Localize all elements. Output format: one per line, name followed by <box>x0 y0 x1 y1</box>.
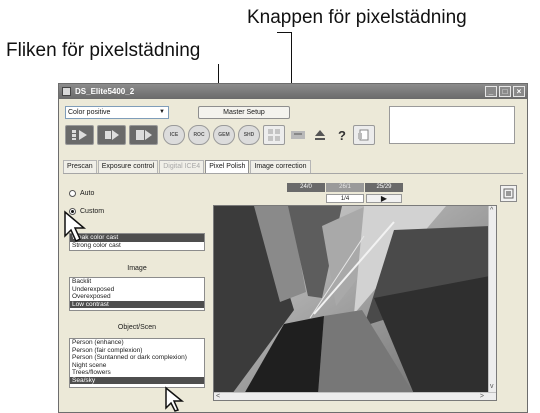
frame-cell[interactable]: 26/1 <box>326 183 364 192</box>
roc-icon[interactable]: ROC <box>188 125 210 145</box>
color-cast-list[interactable]: Weak color cast Strong color cast <box>69 233 205 251</box>
scanner-window: DS_Elite5400_2 _ □ × Color positive ▼ Ma… <box>58 83 528 413</box>
chevron-down-icon: ▼ <box>159 109 165 115</box>
radio-circle[interactable] <box>69 190 76 197</box>
gem-icon[interactable]: GEM <box>213 125 235 145</box>
list-item[interactable]: Night scene <box>70 362 204 370</box>
scroll-down-icon[interactable]: v <box>490 383 494 390</box>
cursor-icon <box>64 210 87 243</box>
list-item[interactable]: Trees/flowers <box>70 369 204 377</box>
list-item[interactable]: Sea/sky <box>70 376 204 384</box>
scan-icon[interactable] <box>129 125 158 145</box>
list-item[interactable]: Overexposed <box>70 293 204 301</box>
maximize-icon[interactable]: □ <box>499 86 511 97</box>
ice-icon[interactable]: ICE <box>163 125 185 145</box>
frame-counter: 1/4 <box>326 194 364 203</box>
prescan-icon[interactable] <box>97 125 126 145</box>
help-icon[interactable]: ? <box>331 125 353 145</box>
master-setup-button[interactable]: Master Setup <box>198 106 290 119</box>
eject-icon[interactable] <box>309 125 331 145</box>
pixel-polish-button-callout: Knappen för pixelstädning <box>247 7 467 28</box>
thumbnail-toggle-button[interactable] <box>500 185 517 202</box>
thumbnail-icon <box>503 188 514 199</box>
auto-radio[interactable]: Auto <box>69 190 94 197</box>
next-frame-button[interactable]: ▶ <box>366 194 402 203</box>
callout-leader-line <box>277 32 292 33</box>
list-item[interactable]: Low contrast <box>70 300 204 308</box>
image-group-label: Image <box>127 265 147 272</box>
preview-panel: ^ v < > <box>213 205 497 401</box>
vertical-scrollbar[interactable]: ^ v <box>488 206 496 400</box>
film-type-select[interactable]: Color positive ▼ <box>65 106 169 119</box>
list-item[interactable]: Underexposed <box>70 286 204 294</box>
tab-prescan[interactable]: Prescan <box>63 160 97 173</box>
list-item[interactable]: Person (Suntanned or dark complexion) <box>70 354 204 362</box>
sharpness-icon[interactable]: SHD <box>238 125 260 145</box>
list-item[interactable]: Person (fair complexion) <box>70 347 204 355</box>
tab-exposure-control[interactable]: Exposure control <box>97 160 159 173</box>
app-icon <box>62 87 71 96</box>
list-item[interactable]: Strong color cast <box>70 242 204 250</box>
list-item[interactable]: Weak color cast <box>70 234 204 242</box>
frame-cell[interactable]: 25/29 <box>365 183 403 192</box>
film-type-value: Color positive <box>68 109 111 116</box>
tab-image-correction[interactable]: Image correction <box>250 160 311 173</box>
index-scan-icon[interactable] <box>65 125 94 145</box>
scroll-up-icon[interactable]: ^ <box>490 207 493 214</box>
cursor-icon <box>165 386 185 412</box>
pixel-polish-icon[interactable] <box>263 125 285 145</box>
auto-label: Auto <box>80 190 95 197</box>
window-title: DS_Elite5400_2 <box>75 87 135 96</box>
minimize-icon[interactable]: _ <box>485 86 497 97</box>
preview-image <box>214 206 490 394</box>
preferences-icon[interactable] <box>353 125 375 145</box>
tab-divider <box>63 173 523 174</box>
frame-controls: 24/0 26/1 25/29 1/4 ▶ <box>287 183 407 205</box>
close-icon[interactable]: × <box>513 86 525 97</box>
frame-cell[interactable]: 24/0 <box>287 183 325 192</box>
tab-digital-ice4[interactable]: Digital ICE4 <box>159 160 205 173</box>
info-panel <box>389 106 515 144</box>
list-item[interactable]: Person (enhance) <box>70 339 204 347</box>
image-list[interactable]: Backlit Underexposed Overexposed Low con… <box>69 277 205 311</box>
save-icon[interactable] <box>287 125 309 145</box>
object-group-label: Object/Scen <box>117 324 157 331</box>
tab-pixel-polish[interactable]: Pixel Polish <box>205 160 250 173</box>
scroll-right-icon[interactable]: > <box>480 393 484 400</box>
scroll-left-icon[interactable]: < <box>216 393 220 400</box>
horizontal-scrollbar[interactable]: < > <box>214 392 496 400</box>
list-item[interactable]: Backlit <box>70 278 204 286</box>
title-bar: DS_Elite5400_2 _ □ × <box>59 84 527 99</box>
tab-bar: Prescan Exposure control Digital ICE4 Pi… <box>63 160 312 173</box>
toolbar: Color positive ▼ Master Setup ICE ROC GE… <box>65 106 521 154</box>
object-scene-list[interactable]: Person (enhance) Person (fair complexion… <box>69 338 205 388</box>
pixel-polish-tab-callout: Fliken för pixelstädning <box>6 40 201 61</box>
